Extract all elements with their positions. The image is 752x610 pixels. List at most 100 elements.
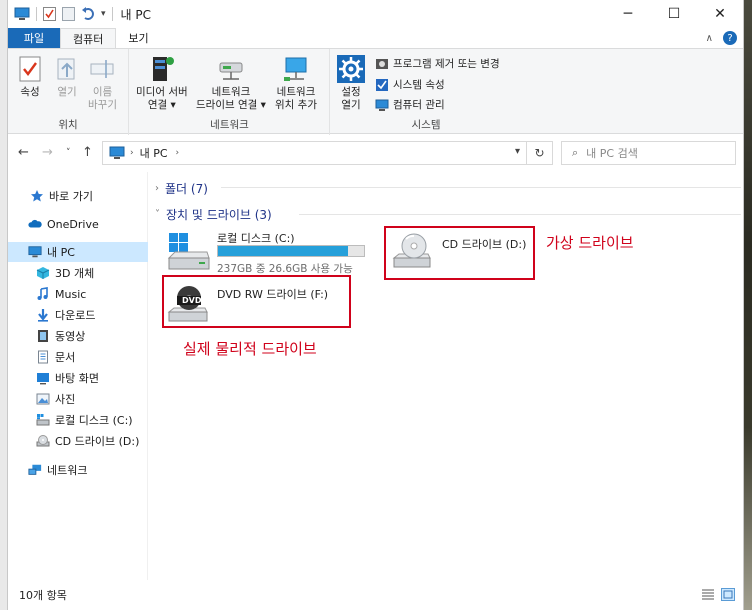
hdd-icon [36, 413, 50, 427]
group-header-folders[interactable]: › 폴더 (7) [155, 180, 208, 197]
nav-item-local-disk-c[interactable]: 로컬 디스크 (C:) [8, 410, 148, 430]
map-drive-label-line2: 드라이브 연결 ▾ [196, 99, 266, 111]
chevron-down-icon: ˅ [155, 209, 160, 220]
forward-arrow-icon[interactable]: → [42, 145, 53, 160]
rename-button[interactable]: 이름 바꾸기 [88, 55, 117, 112]
media-server-label-line2: 연결 ▾ [147, 99, 176, 111]
help-icon[interactable]: ? [723, 31, 737, 45]
window-title: 내 PC [120, 7, 152, 22]
nav-label: 다운로드 [55, 309, 96, 322]
cd-icon [36, 434, 50, 448]
add-network-location-button[interactable]: 네트워크 위치 추가 [275, 55, 317, 112]
uninstall-icon [376, 58, 388, 69]
details-view-icon[interactable] [701, 588, 715, 601]
ribbon-tabs: 파일 컴퓨터 보기 ∧ ? [8, 28, 743, 48]
nav-label: 네트워크 [47, 464, 88, 477]
new-folder-icon[interactable] [62, 7, 75, 21]
cube-icon [36, 266, 50, 280]
navigation-bar: ← → ˅ ↑ › 내 PC › ▾ ↻ ⌕ 내 PC 검색 [8, 138, 743, 168]
group-title-folders: 폴더 (7) [165, 182, 208, 196]
rename-icon [90, 60, 114, 78]
undo-icon[interactable] [81, 7, 95, 21]
uninstall-label: 프로그램 제거 또는 변경 [393, 58, 500, 70]
drive-item-local-disk-c[interactable]: 로컬 디스크 (C:) 237GB 중 26.6GB 사용 가능 [167, 228, 367, 275]
refresh-button[interactable]: ↻ [527, 141, 553, 165]
nav-item-cd-drive-d[interactable]: CD 드라이브 (D:) [8, 431, 148, 451]
map-network-drive-button[interactable]: 네트워크 드라이브 연결 ▾ [196, 55, 266, 112]
properties-icon[interactable] [43, 7, 56, 21]
nav-item-music[interactable]: Music [8, 284, 148, 304]
back-arrow-icon[interactable]: ← [18, 145, 29, 160]
drive-usage-fill [218, 246, 348, 256]
computer-management-button[interactable]: 컴퓨터 관리 [375, 97, 445, 112]
properties-icon [19, 56, 41, 82]
add-location-label-line2: 위치 추가 [275, 99, 317, 111]
collapse-ribbon-icon[interactable]: ∧ [706, 33, 713, 44]
address-bar[interactable]: › 내 PC › ▾ [102, 141, 527, 165]
search-input[interactable]: ⌕ 내 PC 검색 [561, 141, 736, 165]
desktop-icon [36, 371, 50, 385]
add-location-label-line1: 네트워크 [276, 86, 316, 98]
ribbon-group-network: 미디어 서버 연결 ▾ 네트워크 드라이브 연결 ▾ 네트워크 위치 추가 네트… [130, 49, 330, 135]
minimize-button[interactable]: ─ [605, 0, 651, 28]
up-arrow-icon[interactable]: ↑ [82, 145, 93, 160]
maximize-button[interactable]: ☐ [651, 0, 697, 28]
nav-label: 사진 [55, 393, 76, 406]
ribbon-group-system: 설정 열기 프로그램 제거 또는 변경 시스템 속성 컴퓨터 관리 시스템 [331, 49, 521, 135]
group-header-devices[interactable]: ˅ 장치 및 드라이브 (3) [155, 206, 272, 223]
open-settings-button[interactable]: 설정 열기 [337, 55, 365, 112]
cloud-icon [28, 217, 42, 231]
tab-file[interactable]: 파일 [8, 28, 60, 48]
system-properties-button[interactable]: 시스템 속성 [375, 77, 445, 92]
tab-computer[interactable]: 컴퓨터 [60, 28, 117, 48]
breadcrumb[interactable]: 내 PC [140, 145, 168, 161]
computer-icon [14, 7, 30, 20]
open-button[interactable]: 열기 [53, 55, 81, 99]
toolbar-separator [36, 7, 37, 21]
video-icon [36, 329, 50, 343]
customize-toolbar-icon[interactable]: ▾ [101, 9, 106, 19]
nav-item-3d-objects[interactable]: 3D 개체 [8, 263, 148, 283]
search-placeholder: 내 PC 검색 [586, 147, 638, 160]
nav-item-documents[interactable]: 문서 [8, 347, 148, 367]
network-icon [28, 463, 42, 477]
network-location-icon [283, 57, 307, 81]
nav-label: 바로 가기 [49, 190, 93, 203]
drive-usage-bar [217, 245, 365, 257]
nav-item-pictures[interactable]: 사진 [8, 389, 148, 409]
settings-gear-icon [337, 55, 365, 83]
nav-item-desktop[interactable]: 바탕 화면 [8, 368, 148, 388]
address-dropdown-icon[interactable]: ▾ [515, 146, 520, 157]
nav-item-downloads[interactable]: 다운로드 [8, 305, 148, 325]
breadcrumb-separator-icon[interactable]: › [176, 148, 180, 158]
quick-access-toolbar: ▾ [8, 7, 113, 21]
download-icon [36, 308, 50, 322]
recent-locations-icon[interactable]: ˅ [66, 148, 71, 158]
ribbon-tab-controls: ∧ ? [706, 31, 737, 45]
computer-icon [109, 146, 125, 159]
properties-button[interactable]: 속성 [16, 55, 44, 99]
tab-view[interactable]: 보기 [116, 28, 160, 48]
close-button[interactable]: ✕ [697, 0, 743, 28]
nav-item-this-pc[interactable]: 내 PC [8, 242, 148, 262]
large-icons-view-icon[interactable] [721, 588, 735, 601]
document-icon [36, 350, 50, 364]
music-icon [36, 287, 50, 301]
nav-item-videos[interactable]: 동영상 [8, 326, 148, 346]
media-server-icon [152, 57, 174, 81]
nav-item-quick-access[interactable]: 바로 가기 [8, 186, 148, 206]
ribbon-group-location: 속성 열기 이름 바꾸기 위치 [8, 49, 129, 135]
nav-item-onedrive[interactable]: OneDrive [8, 214, 148, 234]
group-label-system: 시스템 [411, 119, 441, 131]
annotation-box-virtual [384, 226, 535, 280]
annotation-label-virtual: 가상 드라이브 [546, 234, 634, 252]
breadcrumb-separator-icon[interactable]: › [130, 148, 134, 158]
status-bar: 10개 항목 [8, 580, 743, 610]
nav-label: 문서 [55, 351, 76, 364]
uninstall-program-button[interactable]: 프로그램 제거 또는 변경 [375, 56, 500, 71]
media-server-button[interactable]: 미디어 서버 연결 ▾ [136, 55, 188, 112]
search-icon: ⌕ [572, 146, 579, 159]
group-label-location: 위치 [58, 119, 78, 131]
nav-item-network[interactable]: 네트워크 [8, 460, 148, 480]
nav-label: 로컬 디스크 (C:) [55, 414, 133, 427]
